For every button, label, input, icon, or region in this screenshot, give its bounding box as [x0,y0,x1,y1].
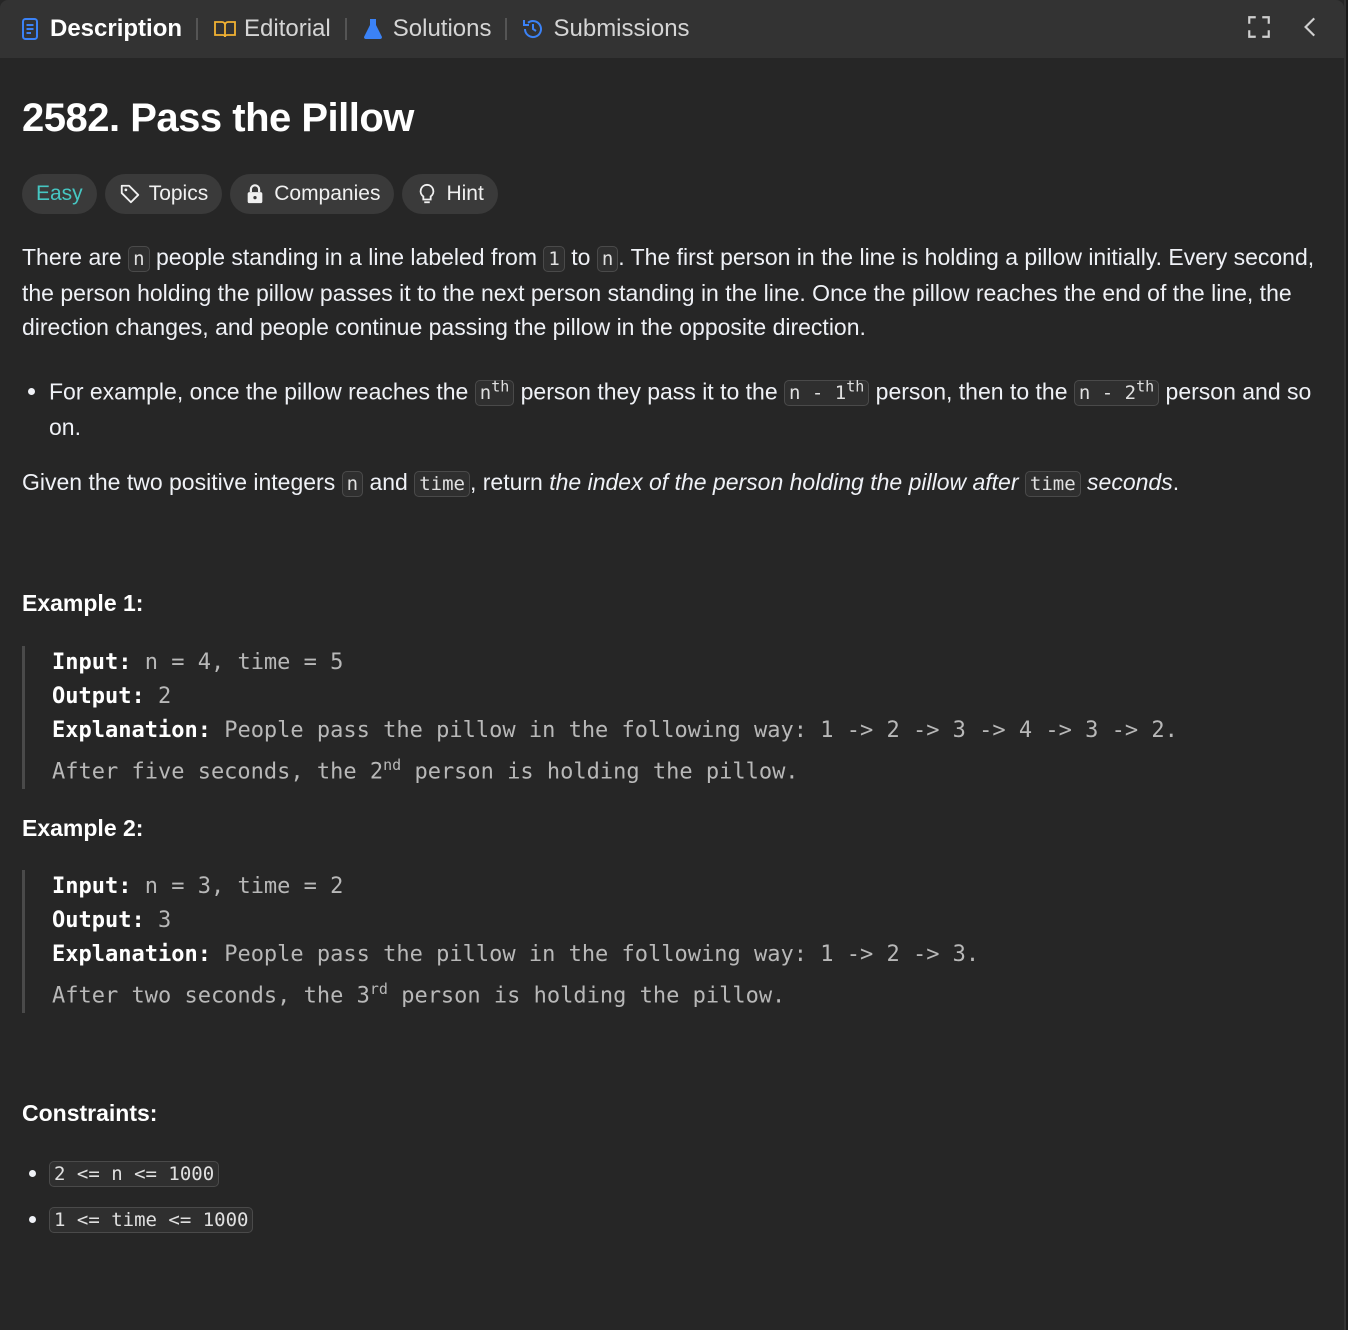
description-panel: Description Editorial Solutions Submissi… [0,0,1346,1330]
inline-code: n [128,246,150,272]
description-paragraph: There are n people standing in a line la… [22,244,1315,340]
example-1-block: Input: n = 4, time = 5 Output: 2 Explana… [22,646,1178,790]
hint-button[interactable]: Hint [402,174,498,214]
constraints-list: 2 <= n <= 1000 1 <= time <= 1000 [22,1160,254,1252]
tab-submissions[interactable]: Submissions [521,15,690,43]
tab-divider [344,18,347,40]
inline-code: n - 2th [1073,378,1160,407]
example-2-title: Example 2: [22,815,144,841]
inline-code: 1 <= time <= 1000 [49,1207,254,1233]
description-icon [18,17,42,41]
inline-code: n [341,471,364,497]
topics-button[interactable]: Topics [104,174,223,214]
inline-code: n - 1th [784,378,870,407]
problem-tags: Easy Topics Companies Hint [22,174,498,214]
tag-icon [120,184,139,204]
difficulty-badge: Easy [22,174,97,214]
tab-editorial[interactable]: Editorial [212,15,331,43]
flask-icon [361,17,385,41]
topics-label: Topics [148,182,209,205]
inline-code: 2 <= n <= 1000 [49,1161,220,1187]
lock-icon [247,184,263,204]
tab-label: Submissions [553,15,690,42]
inline-code: time [1024,471,1081,497]
tab-label: Solutions [392,15,492,42]
tab-divider [196,18,199,40]
tab-label: Description [50,15,183,42]
inline-code: 1 [543,246,565,272]
book-icon [212,17,236,41]
lightbulb-icon [420,183,435,204]
history-icon [521,17,545,41]
tab-description[interactable]: Description [18,15,182,43]
example-bullet-list: For example, once the pillow reaches the… [22,370,1322,444]
example-1-title: Example 1: [22,590,144,616]
list-item: 2 <= n <= 1000 [49,1160,253,1187]
hint-label: Hint [446,182,484,205]
tab-bar: Description Editorial Solutions Submissi… [0,0,1344,58]
task-paragraph: Given the two positive integers n and ti… [22,469,1180,497]
tab-divider [505,18,508,40]
companies-button[interactable]: Companies [230,174,395,214]
tab-label: Editorial [244,15,331,42]
inline-code: nth [474,378,515,407]
example-2-block: Input: n = 3, time = 2 Output: 3 Explana… [22,870,979,1014]
companies-label: Companies [274,182,381,205]
list-item: For example, once the pillow reaches the… [49,370,1322,444]
chevron-left-icon[interactable] [1298,14,1324,45]
inline-code: n [596,246,619,272]
constraints-title: Constraints: [22,1100,158,1126]
inline-code: time [414,471,470,497]
panel-controls [1246,14,1324,45]
problem-title: 2582. Pass the Pillow [22,96,414,140]
expand-icon[interactable] [1246,14,1272,45]
tab-solutions[interactable]: Solutions [361,15,492,43]
list-item: 1 <= time <= 1000 [49,1206,254,1233]
